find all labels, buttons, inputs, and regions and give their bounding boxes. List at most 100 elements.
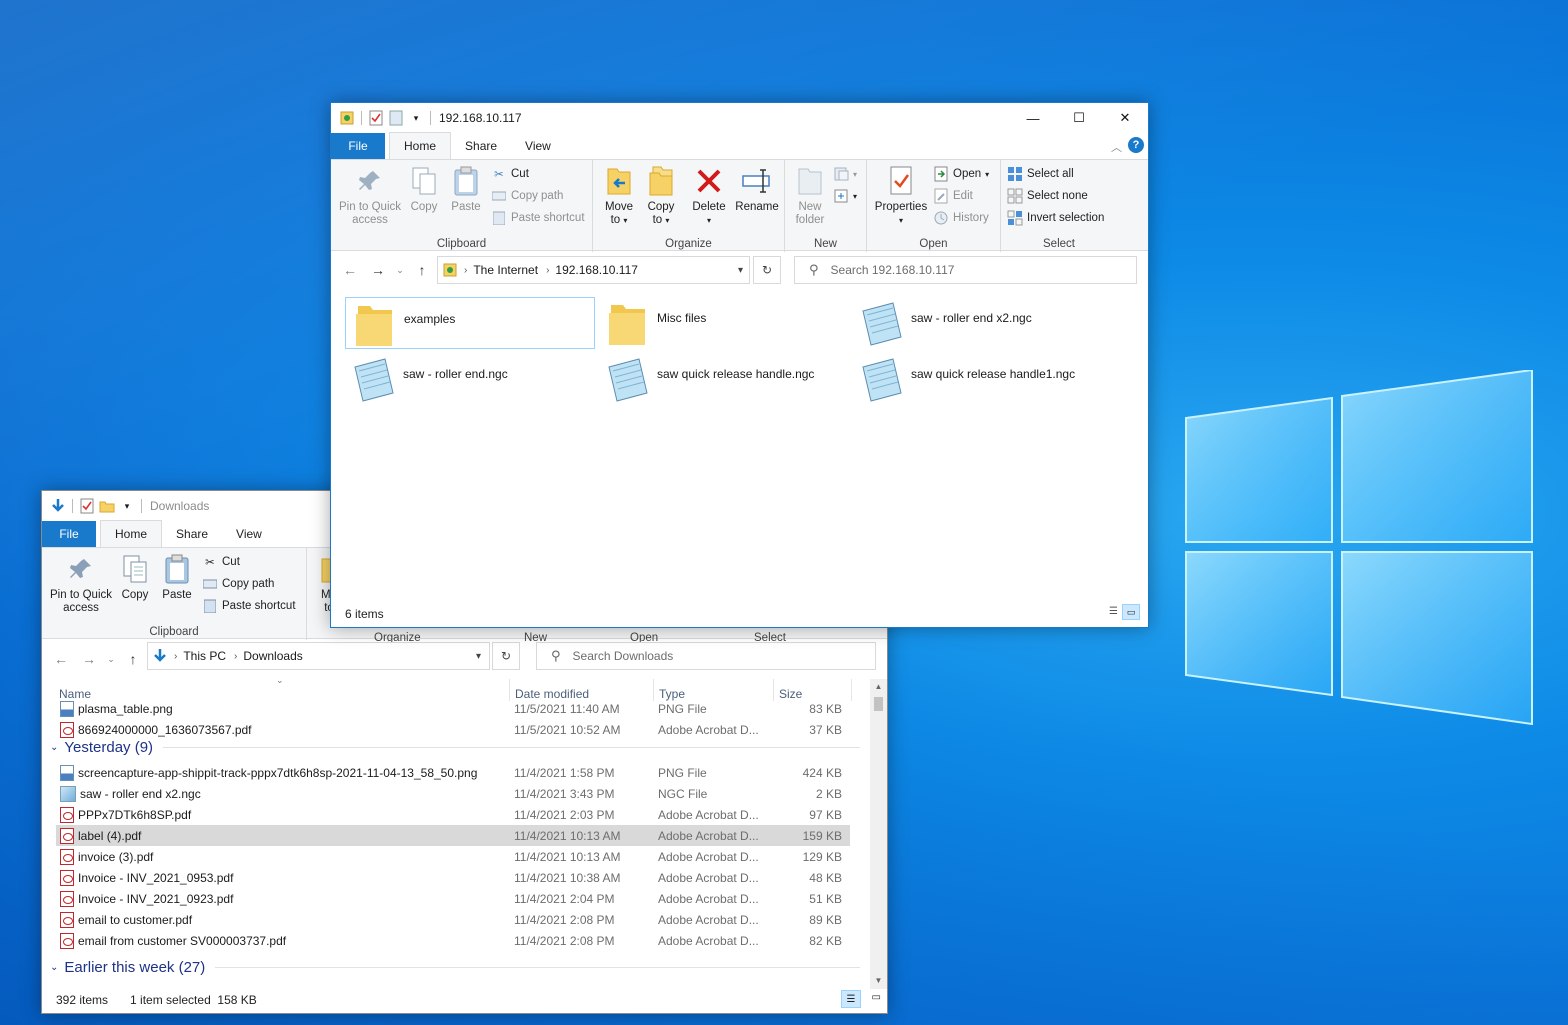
- address-bar[interactable]: › The Internet › 192.168.10.117 ▾: [437, 256, 750, 284]
- delete-x-icon: [692, 164, 726, 198]
- new-item-button[interactable]: ▾: [833, 164, 857, 184]
- large-icons-view-icon[interactable]: ▭: [1122, 604, 1140, 620]
- tab-view[interactable]: View: [511, 133, 565, 159]
- up-arrow-icon[interactable]: ↑: [122, 648, 144, 670]
- large-icons-view-icon[interactable]: ▭: [872, 992, 881, 1003]
- table-row-selected[interactable]: label (4).pdf 11/4/2021 10:13 AM Adobe A…: [56, 825, 850, 846]
- file-tile-ngc[interactable]: saw quick release handle1.ngc: [853, 353, 1103, 405]
- select-none-button[interactable]: Select none: [1007, 186, 1088, 206]
- properties-button[interactable]: Properties ▾: [871, 164, 931, 227]
- vertical-scrollbar[interactable]: ▲ ▼: [870, 679, 887, 989]
- pin-icon: [64, 552, 98, 586]
- copy-path-button[interactable]: Copy path: [491, 186, 563, 206]
- table-row[interactable]: saw - roller end x2.ngc 11/4/2021 3:43 P…: [56, 783, 850, 804]
- table-row[interactable]: Invoice - INV_2021_0923.pdf 11/4/2021 2:…: [56, 888, 850, 909]
- move-to-button[interactable]: Move to ▾: [601, 164, 637, 227]
- collapse-ribbon-icon[interactable]: ︿: [1111, 139, 1122, 155]
- scroll-up-arrow-icon[interactable]: ▲: [870, 679, 887, 695]
- paste-shortcut-button[interactable]: Paste shortcut: [491, 208, 585, 228]
- file-tile-ngc[interactable]: saw - roller end x2.ngc: [853, 297, 1103, 349]
- forward-arrow-icon[interactable]: →: [78, 648, 100, 670]
- edit-button[interactable]: Edit: [933, 186, 973, 206]
- address-dropdown-icon[interactable]: ▾: [476, 651, 481, 662]
- search-box[interactable]: ⚲ Search Downloads: [536, 642, 876, 670]
- folder-tile-misc-files[interactable]: Misc files: [599, 297, 849, 349]
- breadcrumb-this-pc[interactable]: This PC: [183, 649, 226, 663]
- maximize-icon[interactable]: ☐: [1056, 103, 1102, 133]
- invert-selection-button[interactable]: Invert selection: [1007, 208, 1104, 228]
- paste-button[interactable]: Paste: [160, 552, 194, 602]
- copy-to-button[interactable]: Copy to ▾: [643, 164, 679, 227]
- delete-button[interactable]: Delete ▾: [689, 164, 729, 227]
- refresh-button[interactable]: ↻: [492, 642, 520, 670]
- table-row[interactable]: Invoice - INV_2021_0953.pdf 11/4/2021 10…: [56, 867, 850, 888]
- scroll-thumb[interactable]: [874, 697, 883, 711]
- table-row[interactable]: invoice (3).pdf 11/4/2021 10:13 AM Adobe…: [56, 846, 850, 867]
- refresh-button[interactable]: ↻: [753, 256, 781, 284]
- network-folder-window[interactable]: ▾ 192.168.10.117 — ☐ ✕ File Home Share V…: [330, 102, 1149, 628]
- tab-home[interactable]: Home: [100, 520, 163, 547]
- pin-button[interactable]: Pin to Quick access: [337, 164, 403, 227]
- up-arrow-icon[interactable]: ↑: [411, 259, 433, 281]
- search-box[interactable]: ⚲ Search 192.168.10.117: [794, 256, 1137, 284]
- content-area: examples Misc files saw - roller end x2.…: [331, 291, 1148, 601]
- group-header-earlier[interactable]: ⌄ Earlier this week (27): [50, 955, 860, 979]
- tab-share[interactable]: Share: [451, 133, 511, 159]
- address-dropdown-icon[interactable]: ▾: [738, 265, 743, 276]
- recent-dropdown-icon[interactable]: ⌄: [100, 648, 122, 670]
- group-header-yesterday[interactable]: ⌄ Yesterday (9): [50, 735, 860, 759]
- table-row[interactable]: email to customer.pdf 11/4/2021 2:08 PM …: [56, 909, 850, 930]
- details-view-icon[interactable]: ☰: [1109, 606, 1118, 617]
- new-folder-button[interactable]: New folder: [793, 164, 827, 227]
- file-tile-ngc[interactable]: saw quick release handle.ngc: [599, 353, 849, 405]
- breadcrumb-downloads[interactable]: Downloads: [243, 649, 302, 663]
- customize-dropdown-icon[interactable]: ▾: [408, 110, 424, 126]
- rename-button[interactable]: Rename: [735, 164, 779, 214]
- address-bar[interactable]: › This PC › Downloads ▾: [147, 642, 490, 670]
- cut-button[interactable]: ✂ Cut: [202, 552, 240, 572]
- tab-file[interactable]: File: [331, 133, 385, 159]
- open-button[interactable]: Open ▾: [933, 164, 989, 184]
- breadcrumb-ip-address[interactable]: 192.168.10.117: [555, 263, 638, 277]
- tab-view[interactable]: View: [222, 521, 276, 547]
- table-row[interactable]: screencapture-app-shippit-track-pppx7dtk…: [56, 762, 850, 783]
- select-all-button[interactable]: Select all: [1007, 164, 1074, 184]
- back-arrow-icon[interactable]: ←: [50, 648, 72, 670]
- new-folder-icon[interactable]: [99, 498, 115, 514]
- tab-file[interactable]: File: [42, 521, 96, 547]
- close-icon[interactable]: ✕: [1102, 103, 1148, 133]
- file-type: PNG File: [658, 765, 707, 780]
- customize-dropdown-icon[interactable]: ▾: [119, 498, 135, 514]
- table-row[interactable]: plasma_table.png 11/5/2021 11:40 AM PNG …: [56, 698, 850, 719]
- paste-shortcut-button[interactable]: Paste shortcut: [202, 596, 296, 616]
- table-row[interactable]: PPPx7DTk6h8SP.pdf 11/4/2021 2:03 PM Adob…: [56, 804, 850, 825]
- copy-path-icon: [202, 576, 218, 592]
- network-titlebar[interactable]: ▾ 192.168.10.117 — ☐ ✕: [331, 103, 1148, 133]
- cut-button[interactable]: ✂ Cut: [491, 164, 529, 184]
- forward-arrow-icon[interactable]: →: [367, 259, 389, 281]
- tab-home[interactable]: Home: [389, 132, 452, 159]
- minimize-icon[interactable]: —: [1010, 103, 1056, 133]
- edit-label: Edit: [953, 190, 973, 202]
- folder-tile-examples[interactable]: examples: [345, 297, 595, 349]
- copy-path-button[interactable]: Copy path: [202, 574, 274, 594]
- new-item-icon[interactable]: [388, 110, 404, 126]
- help-icon[interactable]: ?: [1128, 137, 1144, 153]
- back-arrow-icon[interactable]: ←: [339, 259, 361, 281]
- pin-button[interactable]: Pin to Quick access: [48, 552, 114, 615]
- copy-button[interactable]: Copy: [118, 552, 152, 602]
- file-tile-ngc[interactable]: saw - roller end.ngc: [345, 353, 595, 405]
- table-row[interactable]: email from customer SV000003737.pdf 11/4…: [56, 930, 850, 951]
- properties-check-icon[interactable]: [79, 498, 95, 514]
- breadcrumb-the-internet[interactable]: The Internet: [473, 263, 538, 277]
- easy-access-button[interactable]: ▾: [833, 186, 857, 206]
- history-button[interactable]: History: [933, 208, 989, 228]
- quick-access-toolbar: ▾: [331, 110, 433, 126]
- details-view-icon[interactable]: ☰: [841, 990, 861, 1008]
- recent-dropdown-icon[interactable]: ⌄: [389, 259, 411, 281]
- tab-share[interactable]: Share: [162, 521, 222, 547]
- paste-label: Paste: [162, 589, 192, 601]
- paste-button[interactable]: Paste: [449, 164, 483, 214]
- copy-button[interactable]: Copy: [407, 164, 441, 214]
- properties-check-icon[interactable]: [368, 110, 384, 126]
